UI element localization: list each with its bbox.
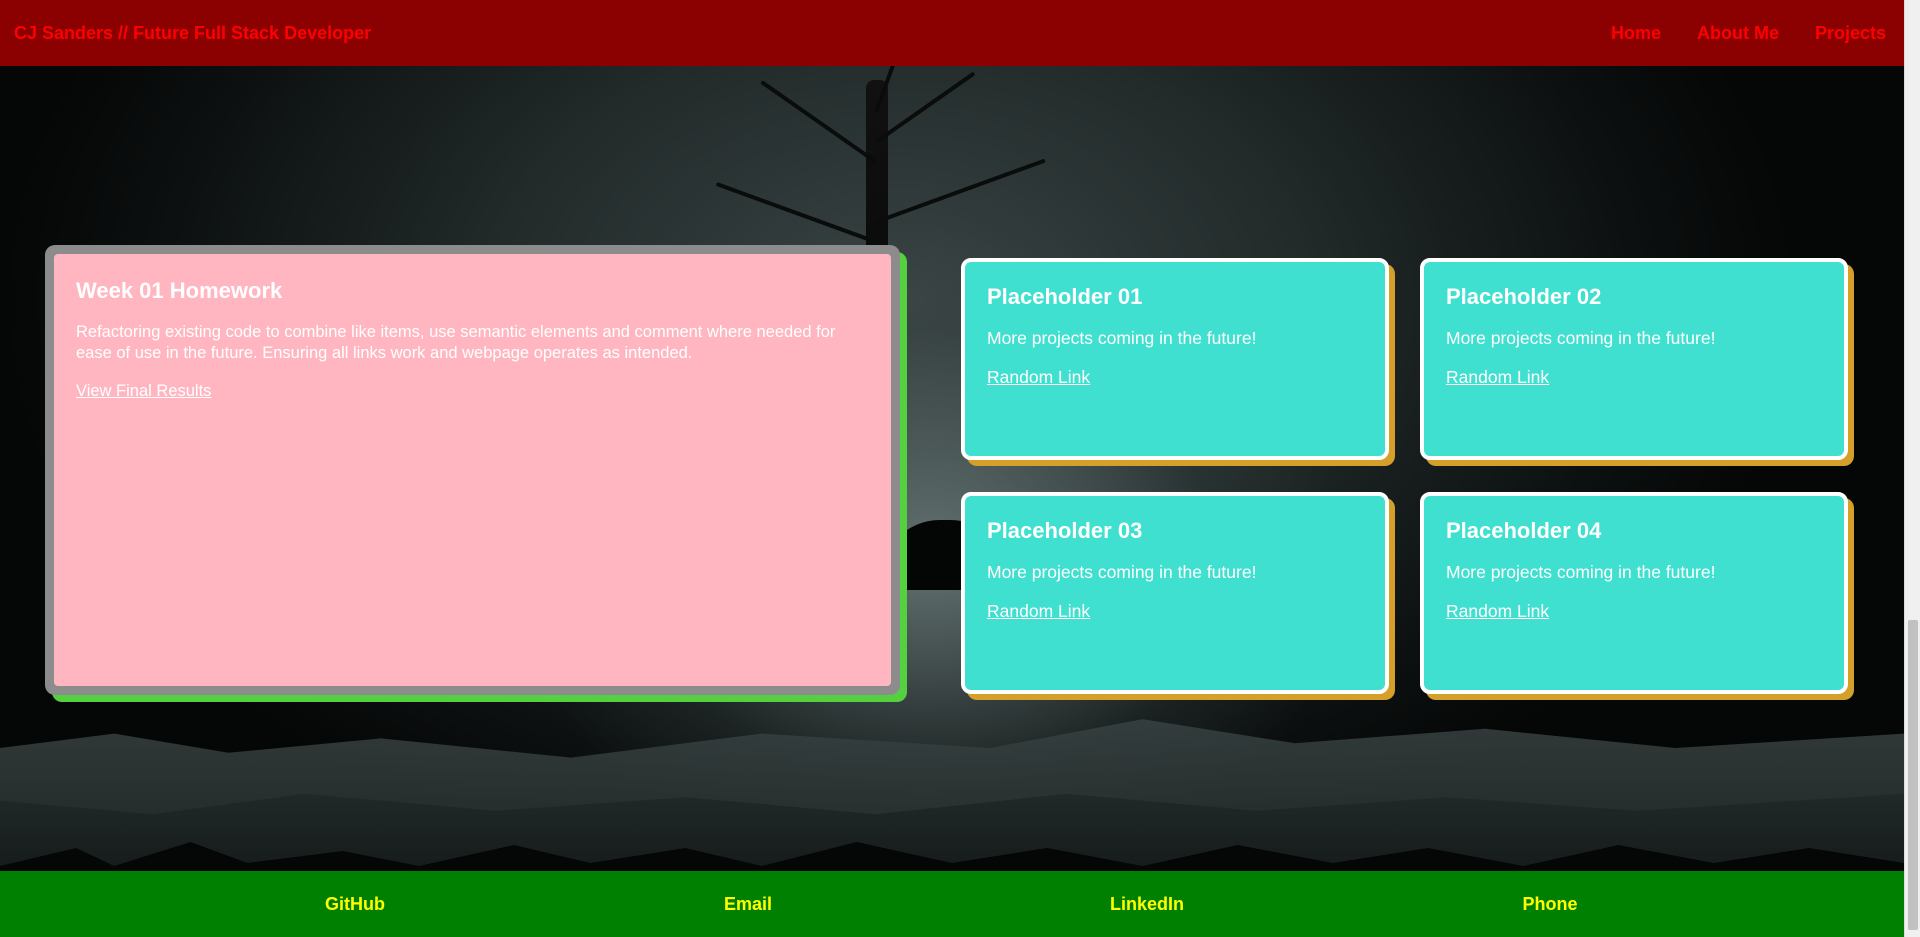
tree-branch (715, 181, 877, 244)
featured-project-description: Refactoring existing code to combine lik… (76, 323, 836, 362)
tree-branch (875, 158, 1046, 224)
random-link[interactable]: Random Link (1446, 367, 1549, 387)
random-link[interactable]: Random Link (1446, 601, 1549, 621)
featured-project-title: Week 01 Homework (76, 278, 283, 303)
placeholder-title: Placeholder 01 (987, 284, 1143, 309)
placeholder-card-01: Placeholder 01 More projects coming in t… (961, 258, 1389, 460)
nav-projects[interactable]: Projects (1815, 23, 1886, 44)
footer-github-link[interactable]: GitHub (325, 894, 385, 915)
vertical-scrollbar[interactable] (1904, 0, 1920, 937)
placeholder-card-03: Placeholder 03 More projects coming in t… (961, 492, 1389, 694)
featured-project-body: Week 01 Homework Refactoring existing co… (54, 254, 891, 686)
site-brand: CJ Sanders // Future Full Stack Develope… (14, 22, 372, 43)
random-link[interactable]: Random Link (987, 367, 1090, 387)
main-nav: Home About Me Projects (1611, 23, 1886, 44)
site-footer: GitHub Email LinkedIn Phone (0, 871, 1904, 937)
placeholder-text: More projects coming in the future! (1446, 562, 1716, 582)
tree-branch (874, 71, 976, 144)
placeholder-title: Placeholder 04 (1446, 518, 1602, 543)
placeholder-title: Placeholder 02 (1446, 284, 1602, 309)
nav-home[interactable]: Home (1611, 23, 1661, 44)
footer-email-link[interactable]: Email (724, 894, 772, 915)
tree-branch (760, 80, 878, 164)
site-header: CJ Sanders // Future Full Stack Develope… (0, 0, 1904, 66)
footer-phone-link[interactable]: Phone (1522, 894, 1577, 915)
placeholder-card-02: Placeholder 02 More projects coming in t… (1420, 258, 1848, 460)
placeholder-text: More projects coming in the future! (987, 562, 1257, 582)
nav-about-me[interactable]: About Me (1697, 23, 1779, 44)
footer-linkedin-link[interactable]: LinkedIn (1110, 894, 1184, 915)
placeholder-text: More projects coming in the future! (987, 328, 1257, 348)
scrollbar-thumb[interactable] (1908, 620, 1918, 930)
featured-project-card: Week 01 Homework Refactoring existing co… (45, 245, 900, 695)
placeholder-title: Placeholder 03 (987, 518, 1143, 543)
placeholder-text: More projects coming in the future! (1446, 328, 1716, 348)
placeholder-card-04: Placeholder 04 More projects coming in t… (1420, 492, 1848, 694)
view-final-results-link[interactable]: View Final Results (76, 382, 211, 400)
random-link[interactable]: Random Link (987, 601, 1090, 621)
